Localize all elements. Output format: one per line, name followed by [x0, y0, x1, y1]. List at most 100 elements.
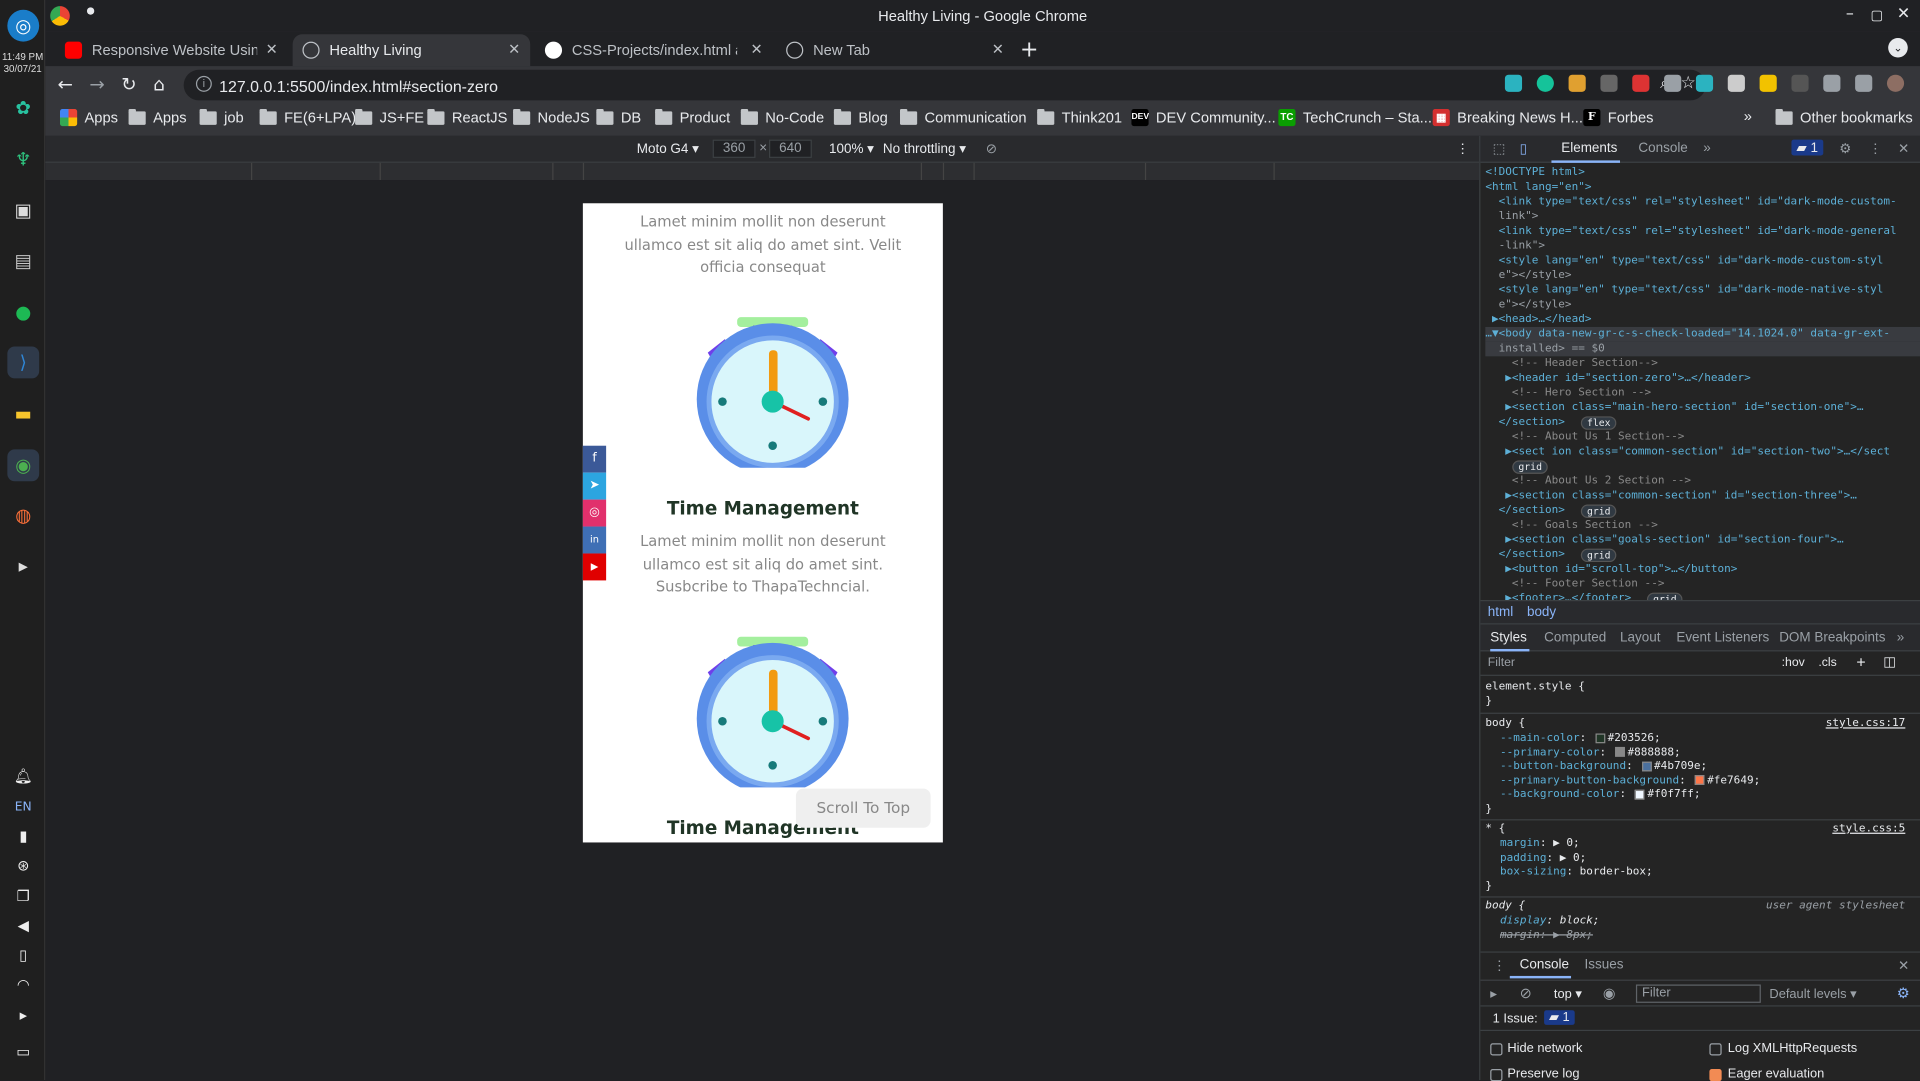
tab-console[interactable]: Console: [1638, 141, 1687, 156]
bookmark-folder[interactable]: Communication: [900, 108, 1027, 126]
device-mode-icon[interactable]: ▯: [1520, 141, 1527, 157]
dom-node-line[interactable]: ▶<header id="section-zero">…</header>: [1485, 371, 1920, 386]
bookmark-techcrunch[interactable]: TC TechCrunch – Sta...: [1278, 108, 1432, 127]
toggle-sidebar-icon[interactable]: ◫: [1883, 654, 1896, 670]
color-swatch[interactable]: [1641, 761, 1652, 771]
console-settings-icon[interactable]: ⚙: [1897, 984, 1910, 1001]
terminal-icon[interactable]: ▸: [7, 550, 39, 582]
media-query-ruler[interactable]: [45, 162, 1480, 181]
bookmark-folder[interactable]: Product: [655, 108, 730, 126]
drawer-tab-console[interactable]: Console: [1520, 958, 1569, 973]
minimize-icon[interactable]: –: [1846, 5, 1854, 23]
bookmark-folder[interactable]: Think201: [1037, 108, 1122, 126]
close-drawer-icon[interactable]: ✕: [1898, 958, 1909, 974]
vscode-icon[interactable]: ⟩: [7, 346, 40, 379]
address-bar[interactable]: i 127.0.0.1:5500/index.html#section-zero…: [183, 69, 1706, 101]
height-input[interactable]: 640: [768, 139, 812, 158]
crumb-body[interactable]: body: [1527, 605, 1556, 620]
bookmark-folder[interactable]: Blog: [833, 108, 888, 126]
settings-gear-icon[interactable]: ⚙: [1839, 141, 1851, 157]
levels-select[interactable]: Default levels ▾: [1769, 987, 1856, 1002]
dom-node-line[interactable]: <!-- About Us 1 Section-->: [1485, 430, 1920, 445]
tab-layout[interactable]: Layout: [1620, 631, 1660, 646]
tab-computed[interactable]: Computed: [1544, 631, 1606, 646]
bookmark-folder[interactable]: JS+FE: [355, 108, 424, 126]
dom-node-line[interactable]: <!-- Header Section-->: [1485, 356, 1920, 371]
download-icon[interactable]: ▣: [7, 195, 39, 227]
element-style-selector[interactable]: element.style {: [1485, 681, 1910, 695]
bookmark-dev[interactable]: DEV DEV Community...: [1131, 108, 1276, 127]
url-text[interactable]: 127.0.0.1:5500/index.html#section-zero: [219, 77, 498, 95]
tab-github[interactable]: CSS-Projects/index.html at m ✕: [535, 34, 773, 66]
bookmark-folder[interactable]: No-Code: [740, 108, 824, 126]
dom-node-line[interactable]: ▶<section class="goals-section" id="sect…: [1485, 533, 1920, 548]
chrome-icon[interactable]: ◉: [7, 449, 40, 482]
dom-node-line[interactable]: <link type="text/css" rel="stylesheet" i…: [1485, 224, 1920, 239]
dom-node-line[interactable]: <!-- Footer Section -->: [1485, 577, 1920, 592]
css-var-row[interactable]: --background-color: #f0f7ff;: [1500, 789, 1910, 803]
site-info-icon[interactable]: i: [195, 75, 212, 92]
lang-indicator[interactable]: EN: [10, 801, 37, 821]
dom-node-line[interactable]: ▶<section class="main-hero-section" id="…: [1485, 400, 1920, 415]
sidebar-toggle-icon[interactable]: ▸: [1490, 986, 1497, 1002]
eager-eval-checkbox[interactable]: [1709, 1068, 1722, 1081]
bookmark-folder[interactable]: Apps: [128, 108, 187, 126]
reload-icon[interactable]: ↻: [121, 73, 136, 95]
home-icon[interactable]: ⌂: [153, 73, 165, 95]
desktop-icon[interactable]: ▭: [10, 1043, 37, 1063]
rotate-icon[interactable]: ⊘: [986, 141, 997, 157]
bookmark-folder[interactable]: NodeJS: [513, 108, 590, 126]
device-toolbar-menu-icon[interactable]: ⋮: [1456, 141, 1469, 157]
dom-node-line[interactable]: </section>: [1485, 547, 1920, 562]
layout-badge[interactable]: flex: [1580, 416, 1617, 430]
bookmark-folder[interactable]: ReactJS: [427, 108, 507, 126]
network-icon[interactable]: ⊛: [10, 857, 37, 877]
css-prop-row[interactable]: display: block;: [1500, 915, 1910, 929]
extension-icon[interactable]: [1600, 74, 1618, 92]
dom-node-line[interactable]: <html lang="en">: [1485, 180, 1920, 195]
dom-node-line[interactable]: <!-- About Us 2 Section -->: [1485, 474, 1920, 489]
dom-node-line[interactable]: installed> == $0: [1485, 341, 1920, 357]
css-prop-row[interactable]: margin: ▶ 0;: [1500, 838, 1910, 852]
dom-tree[interactable]: <!DOCTYPE html> <html lang="en"> <link ty…: [1480, 163, 1920, 601]
close-devtools-icon[interactable]: ✕: [1898, 141, 1909, 157]
dom-node-line[interactable]: ▶<button id="scroll-top">…</button>: [1485, 562, 1920, 577]
extension-icon[interactable]: [1568, 74, 1586, 92]
battery-icon[interactable]: ▮: [10, 828, 37, 848]
power-icon[interactable]: ▯: [10, 947, 37, 967]
scroll-to-top-button[interactable]: Scroll To Top: [795, 788, 931, 828]
dom-node-line[interactable]: <!DOCTYPE html>: [1485, 165, 1920, 180]
layout-badge[interactable]: grid: [1512, 460, 1549, 474]
chevron-icon[interactable]: ▸: [10, 1007, 37, 1027]
clipboard-icon[interactable]: ❐: [10, 888, 37, 908]
console-filter-input[interactable]: Filter: [1635, 984, 1761, 1003]
telegram-icon[interactable]: ➤: [582, 472, 607, 500]
clear-console-icon[interactable]: ⊘: [1520, 984, 1532, 1001]
facebook-icon[interactable]: f: [582, 445, 607, 473]
css-var-row[interactable]: --primary-color: #888888;: [1500, 746, 1910, 760]
wifi-icon[interactable]: ◠: [10, 976, 37, 996]
layout-badge[interactable]: grid: [1580, 548, 1617, 563]
avatar[interactable]: [1886, 74, 1905, 92]
maximize-icon[interactable]: ▢: [1871, 7, 1884, 23]
extension-icon[interactable]: [1727, 74, 1745, 92]
tab-styles[interactable]: Styles: [1490, 631, 1527, 646]
width-input[interactable]: 360: [712, 139, 756, 158]
dom-node-line[interactable]: e"></style>: [1485, 298, 1920, 313]
forward-icon[interactable]: →: [89, 73, 104, 95]
other-bookmarks[interactable]: Other bookmarks: [1775, 108, 1913, 126]
css-prop-row-overridden[interactable]: margin: ▶ 8px;: [1500, 929, 1910, 943]
dom-node-line[interactable]: e"></style>: [1485, 268, 1920, 283]
bookmark-breaking-news[interactable]: ▦ Breaking News H...: [1432, 108, 1583, 127]
inspect-icon[interactable]: ⬚: [1493, 141, 1506, 157]
color-swatch[interactable]: [1694, 775, 1705, 785]
dom-node-line[interactable]: <link type="text/css" rel="stylesheet" i…: [1485, 195, 1920, 210]
bookmark-forbes[interactable]: F Forbes: [1583, 108, 1654, 127]
dom-node-line[interactable]: …▼<body data-new-gr-c-s-check-loaded="14…: [1485, 326, 1920, 342]
bell-icon[interactable]: 🔔︎: [10, 768, 37, 788]
extension-icon[interactable]: [1791, 74, 1809, 92]
dom-node-line[interactable]: <style lang="en" type="text/css" id="dar…: [1485, 253, 1920, 268]
issues-badge[interactable]: ▰ 1: [1544, 1010, 1575, 1025]
notes-icon[interactable]: ▬: [7, 398, 39, 430]
tab-dom-breakpoints[interactable]: DOM Breakpoints: [1779, 631, 1885, 646]
